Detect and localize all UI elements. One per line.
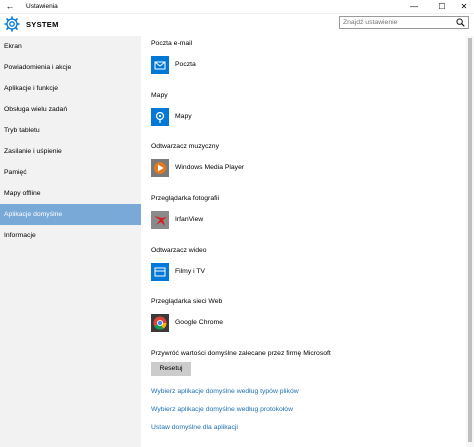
mail-icon — [151, 56, 169, 74]
sidebar-item-zasilanie[interactable]: Zasilanie i uśpienie — [0, 141, 141, 162]
scroll-thumb[interactable] — [468, 38, 472, 442]
films-tv-icon — [151, 263, 169, 281]
link-set-defaults-by-app[interactable]: Ustaw domyślne dla aplikacji — [151, 424, 238, 431]
link-defaults-by-file-type[interactable]: Wybierz aplikacje domyślne według typów … — [151, 388, 299, 395]
search-input[interactable] — [340, 17, 455, 28]
sidebar-item-mapy-offline[interactable]: Mapy offline — [0, 183, 141, 204]
group-label-video: Odtwarzacz wideo — [151, 247, 207, 254]
search-icon[interactable] — [456, 18, 465, 27]
reset-button[interactable]: Resetuj — [151, 362, 191, 376]
app-name: Filmy i TV — [175, 268, 206, 275]
main-content: Poczta e-mail Poczta Mapy Mapy Odtwarzac… — [141, 36, 466, 447]
sidebar-item-tryb-tabletu[interactable]: Tryb tabletu — [0, 120, 141, 141]
gear-icon — [4, 16, 20, 32]
group-label-music: Odtwarzacz muzyczny — [151, 143, 219, 150]
group-label-photos: Przeglądarka fotografii — [151, 195, 220, 202]
maximize-button[interactable]: ☐ — [430, 0, 454, 13]
group-label-maps: Mapy — [151, 92, 168, 99]
sidebar-item-aplikacje-domyslne[interactable]: Aplikacje domyślne — [0, 204, 141, 225]
title-bar: ← Ustawienia — ☐ ✕ — [0, 0, 474, 14]
chrome-icon — [151, 314, 169, 332]
app-name: Poczta — [175, 61, 196, 68]
sidebar-item-ekran[interactable]: Ekran — [0, 36, 141, 57]
app-name: Google Chrome — [175, 319, 223, 326]
sidebar-item-powiadomienia[interactable]: Powiadomienia i akcje — [0, 57, 141, 78]
search-box[interactable] — [339, 16, 469, 29]
close-button[interactable]: ✕ — [452, 0, 474, 13]
link-defaults-by-protocol[interactable]: Wybierz aplikacje domyślne według protok… — [151, 406, 293, 413]
group-label-browser: Przeglądarka sieci Web — [151, 298, 223, 305]
irfanview-icon — [151, 211, 169, 229]
section-title: SYSTEM — [26, 20, 59, 29]
app-name: Windows Media Player — [175, 164, 245, 171]
scrollbar[interactable] — [466, 36, 474, 447]
group-label-email: Poczta e-mail — [151, 40, 193, 47]
sidebar-item-wielozadaniowosc[interactable]: Obsługa wielu zadań — [0, 99, 141, 120]
media-player-icon — [151, 159, 169, 177]
sidebar: Ekran Powiadomienia i akcje Aplikacje i … — [0, 36, 141, 447]
reset-description: Przywróć wartości domyślne zalecane prze… — [151, 350, 331, 357]
minimize-button[interactable]: — — [402, 0, 426, 13]
window-title: Ustawienia — [26, 3, 58, 10]
sidebar-item-pamiec[interactable]: Pamięć — [0, 162, 141, 183]
sidebar-item-informacje[interactable]: Informacje — [0, 225, 141, 246]
app-name: IrfanView — [175, 216, 204, 223]
maps-icon — [151, 108, 169, 126]
app-name: Mapy — [175, 113, 192, 120]
sidebar-item-aplikacje-funkcje[interactable]: Aplikacje i funkcje — [0, 78, 141, 99]
back-arrow-icon[interactable]: ← — [5, 1, 15, 12]
